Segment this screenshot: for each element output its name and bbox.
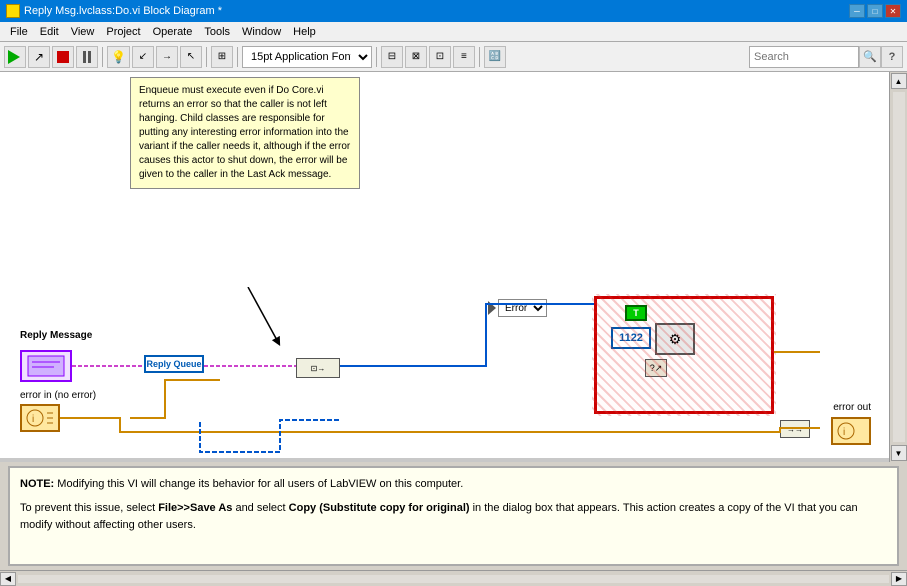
help-button[interactable]: ? [881, 46, 903, 68]
font-dropdown[interactable]: 15pt Application Font [242, 46, 372, 68]
toolbar-sep-2 [206, 47, 207, 67]
gear-icon: ⚙ [669, 331, 682, 348]
run-button[interactable] [4, 46, 26, 68]
resize-button[interactable]: ⊡ [429, 46, 451, 68]
note-bold: NOTE: [20, 478, 54, 490]
reply-message-label: Reply Message [20, 330, 92, 341]
search-button[interactable]: 🔍 [859, 46, 881, 68]
error-out-block[interactable]: i [831, 417, 871, 445]
highlight-button[interactable]: 💡 [107, 46, 130, 68]
reply-queue-block[interactable]: Reply Queue [144, 355, 204, 373]
error-in-icon: i [25, 408, 55, 428]
note-area: NOTE: Modifying this VI will change its … [8, 466, 899, 566]
scroll-up-button[interactable]: ▲ [891, 73, 907, 89]
error-dropdown-area: Error [488, 299, 547, 317]
gear-block[interactable]: ⚙ [655, 323, 695, 355]
font-extra-button[interactable]: 🔠 [484, 46, 506, 68]
comment-text: Enqueue must execute even if Do Core.vi … [139, 85, 350, 180]
reorder-button[interactable]: ≡ [453, 46, 475, 68]
green-t-label: T [633, 308, 639, 318]
svg-text:i: i [32, 414, 34, 425]
error-out-label: error out [833, 402, 871, 413]
error-in-label: error in (no error) [20, 390, 96, 401]
pause-icon [83, 51, 91, 63]
toolbar-sep-3 [237, 47, 238, 67]
note-text-2: To prevent this issue, select [20, 502, 158, 514]
menu-project[interactable]: Project [100, 24, 146, 40]
pause-button[interactable] [76, 46, 98, 68]
scroll-left-button[interactable]: ◀ [0, 572, 16, 586]
menu-help[interactable]: Help [287, 24, 322, 40]
toolbar-sep-4 [376, 47, 377, 67]
menu-file[interactable]: File [4, 24, 34, 40]
scroll-right: ▲ ▼ [889, 72, 907, 462]
diagram[interactable]: Enqueue must execute even if Do Core.vi … [0, 72, 889, 458]
scroll-track-right[interactable] [893, 92, 905, 442]
num-block[interactable]: 1122 [611, 327, 651, 349]
scroll-down-button[interactable]: ▼ [891, 445, 907, 461]
menu-tools[interactable]: Tools [198, 24, 236, 40]
align-button[interactable]: ⊟ [381, 46, 403, 68]
error-in-block[interactable]: i [20, 404, 60, 432]
stop-icon [57, 51, 69, 63]
note-text-3: and select [232, 502, 288, 514]
note-file-menu: File>>Save As [158, 502, 232, 514]
question-block[interactable]: ?↗ [645, 359, 667, 377]
scroll-track-bottom[interactable] [18, 575, 889, 583]
toolbar: ↗ 💡 ↙ → ↖ ⊞ 15pt Application Font ⊟ ⊠ ⊡ … [0, 42, 907, 72]
scroll-bottom: ◀ ▶ [0, 570, 907, 586]
step-over-button[interactable]: → [156, 46, 178, 68]
toolbar-sep-1 [102, 47, 103, 67]
comment-arrow [238, 287, 298, 357]
num-value: 1122 [619, 332, 643, 344]
note-copy-option: Copy (Substitute copy for original) [289, 502, 470, 514]
toolbar-sep-5 [479, 47, 480, 67]
dropdown-arrow-icon [488, 301, 496, 315]
window-controls: ─ □ ✕ [849, 4, 901, 18]
canvas-area: Enqueue must execute even if Do Core.vi … [0, 72, 907, 462]
maximize-button[interactable]: □ [867, 4, 883, 18]
step-into-button[interactable]: ↙ [132, 46, 154, 68]
run-arrow-icon [8, 50, 22, 64]
title-bar: Reply Msg.lvclass:Do.vi Block Diagram * … [0, 0, 907, 22]
scroll-right-button[interactable]: ▶ [891, 572, 907, 586]
abort-button[interactable] [52, 46, 74, 68]
case-structure[interactable]: T 1122 ⚙ ?↗ [594, 296, 774, 414]
menu-window[interactable]: Window [236, 24, 287, 40]
green-t-block[interactable]: T [625, 305, 647, 321]
reply-message-block[interactable] [20, 350, 72, 382]
close-button[interactable]: ✕ [885, 4, 901, 18]
app-icon [6, 4, 20, 18]
distribute-button[interactable]: ⊠ [405, 46, 427, 68]
search-area: 🔍 ? [749, 46, 903, 68]
reply-queue-text: Reply Queue [146, 359, 201, 369]
comment-box: Enqueue must execute even if Do Core.vi … [130, 77, 360, 189]
note-text-1: Modifying this VI will change its behavi… [54, 478, 463, 490]
note-line2: To prevent this issue, select File>>Save… [20, 500, 887, 535]
menu-operate[interactable]: Operate [147, 24, 199, 40]
error-selector[interactable]: Error [498, 299, 547, 317]
reply-message-icon [26, 354, 66, 378]
menu-edit[interactable]: Edit [34, 24, 65, 40]
step-out-button[interactable]: ↖ [180, 46, 202, 68]
run-broken-button[interactable]: ↗ [28, 46, 50, 68]
error-out-icon: i [836, 421, 866, 441]
cleanup-button[interactable]: ⊞ [211, 46, 233, 68]
search-input[interactable] [749, 46, 859, 68]
connector-block-2[interactable]: →→ [780, 420, 810, 438]
window-title: Reply Msg.lvclass:Do.vi Block Diagram * [24, 5, 849, 17]
menu-bar: File Edit View Project Operate Tools Win… [0, 22, 907, 42]
menu-view[interactable]: View [65, 24, 101, 40]
svg-text:i: i [843, 427, 845, 438]
note-line1: NOTE: Modifying this VI will change its … [20, 476, 887, 494]
minimize-button[interactable]: ─ [849, 4, 865, 18]
connector-block-1[interactable]: ⊡→ [296, 358, 340, 378]
